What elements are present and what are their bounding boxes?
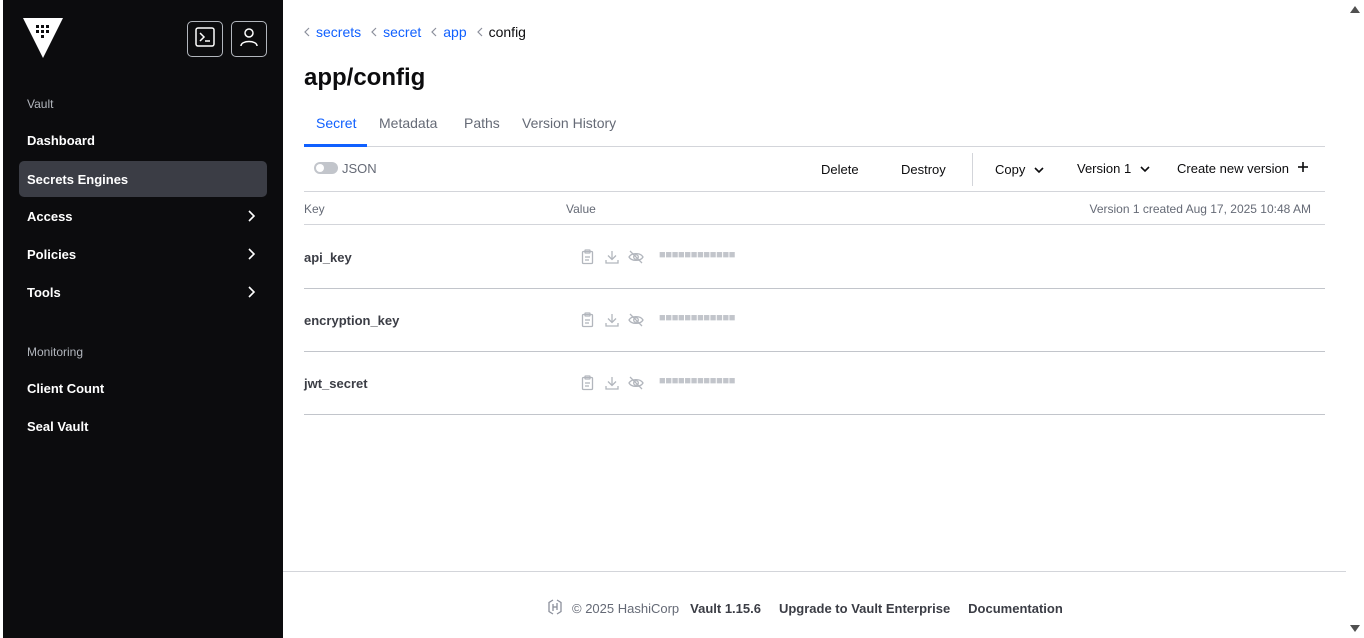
vault-logo-icon[interactable] [23,18,63,63]
sidebar-item-label: Tools [27,284,61,300]
footer-divider [283,571,1346,572]
footer: © 2025 HashiCorp Vault 1.15.6 Upgrade to… [548,599,1063,618]
sidebar-item-tools[interactable]: Tools [19,274,267,310]
tab-metadata[interactable]: Metadata [379,115,437,131]
masked-value: ■■■■■■■■■■■■ [659,375,736,387]
sidebar-item-label: Seal Vault [27,418,89,434]
eye-off-icon[interactable] [628,249,644,270]
page-scrollbar[interactable] [1346,0,1364,638]
tab-secret[interactable]: Secret [316,115,356,131]
eye-off-icon[interactable] [628,312,644,333]
create-new-version-label: Create new version [1177,161,1289,176]
sidebar-item-label: Access [27,208,73,224]
version-dropdown-label: Version 1 [1077,161,1132,176]
tab-paths[interactable]: Paths [464,115,500,131]
chevron-down-icon [1033,162,1045,177]
plus-icon [1297,161,1309,176]
toolbar-divider [972,153,973,186]
chevron-right-icon [247,209,257,226]
chevron-left-icon [431,27,437,37]
sidebar-item-access[interactable]: Access [19,198,267,234]
chevron-down-icon [1139,161,1151,176]
breadcrumb-link-secret[interactable]: secret [383,24,421,40]
version-dropdown[interactable]: Version 1 [1077,161,1151,176]
sidebar-item-label: Policies [27,246,77,262]
terminal-icon [194,26,216,53]
delete-button-label: Delete [821,162,859,177]
sidebar-item-label: Secrets Engines [27,171,129,187]
chevron-right-icon [247,247,257,264]
copy-clipboard-icon[interactable] [580,312,596,333]
sidebar: Vault Dashboard Secrets Engines Access P… [3,0,283,638]
chevron-left-icon [476,27,483,37]
breadcrumb: secrets secret app config [304,24,536,40]
destroy-button-label: Destroy [901,162,946,177]
console-button[interactable] [187,21,223,57]
secret-key: api_key [304,250,352,265]
footer-documentation-link[interactable]: Documentation [968,601,1063,616]
version-created-meta: Version 1 created Aug 17, 2025 10:48 AM [1089,202,1312,216]
breadcrumb-item[interactable]: app [431,24,467,40]
hashicorp-logo-icon [548,599,562,618]
copy-clipboard-icon[interactable] [580,249,596,270]
sidebar-item-dashboard[interactable]: Dashboard [19,122,267,158]
table-row: api_key ■■■■■■■■■■■■ [304,226,1325,289]
download-icon[interactable] [604,375,620,396]
tab-version-history[interactable]: Version History [522,115,616,131]
breadcrumb-link-secrets[interactable]: secrets [316,24,361,40]
footer-upgrade-link[interactable]: Upgrade to Vault Enterprise [779,601,950,616]
chevron-left-icon [304,27,310,37]
sidebar-item-label: Client Count [27,380,105,396]
create-new-version-button[interactable]: Create new version [1177,161,1309,176]
chevron-left-icon [371,27,377,37]
copy-dropdown-label: Copy [995,162,1026,177]
column-header-key: Key [304,202,325,216]
footer-version-link[interactable]: Vault 1.15.6 [690,601,761,616]
chevron-right-icon [247,285,257,302]
breadcrumb-item: config [476,24,526,40]
scroll-down-arrow-icon[interactable] [1350,625,1360,632]
secret-key: encryption_key [304,313,400,328]
sidebar-item-secrets-engines[interactable]: Secrets Engines [19,161,267,197]
table-row: encryption_key ■■■■■■■■■■■■ [304,289,1325,352]
json-toggle[interactable] [314,162,338,174]
secret-toolbar: JSON Delete Destroy Copy Version 1 Creat… [304,147,1325,192]
scroll-up-arrow-icon[interactable] [1350,6,1360,13]
masked-value: ■■■■■■■■■■■■ [659,312,736,324]
json-toggle-label: JSON [342,161,377,176]
tab-bar: Secret Metadata Paths Version History [304,103,1325,147]
download-icon[interactable] [604,312,620,333]
footer-copyright: © 2025 HashiCorp [572,601,680,616]
copy-clipboard-icon[interactable] [580,375,596,396]
user-menu-button[interactable] [231,21,267,57]
breadcrumb-link-app[interactable]: app [443,24,466,40]
delete-button[interactable]: Delete [821,162,859,177]
page-title: app/config [304,64,426,91]
nav-section-vault: Vault [27,97,54,111]
masked-value: ■■■■■■■■■■■■ [659,249,736,261]
sidebar-item-seal-vault[interactable]: Seal Vault [19,408,267,444]
nav-section-monitoring: Monitoring [27,345,84,359]
download-icon[interactable] [604,249,620,270]
sidebar-item-client-count[interactable]: Client Count [19,370,267,406]
destroy-button[interactable]: Destroy [901,162,946,177]
breadcrumb-item[interactable]: secrets [304,24,361,40]
table-header: Key Value Version 1 created Aug 17, 2025… [304,192,1325,225]
secret-key: jwt_secret [304,376,368,391]
eye-off-icon[interactable] [628,375,644,396]
user-icon [238,26,260,53]
table-row: jwt_secret ■■■■■■■■■■■■ [304,352,1325,415]
breadcrumb-item[interactable]: secret [371,24,421,40]
column-header-value: Value [566,202,596,216]
sidebar-item-policies[interactable]: Policies [19,236,267,272]
breadcrumb-current: config [488,24,526,40]
sidebar-item-label: Dashboard [27,132,95,148]
copy-dropdown[interactable]: Copy [995,162,1045,177]
